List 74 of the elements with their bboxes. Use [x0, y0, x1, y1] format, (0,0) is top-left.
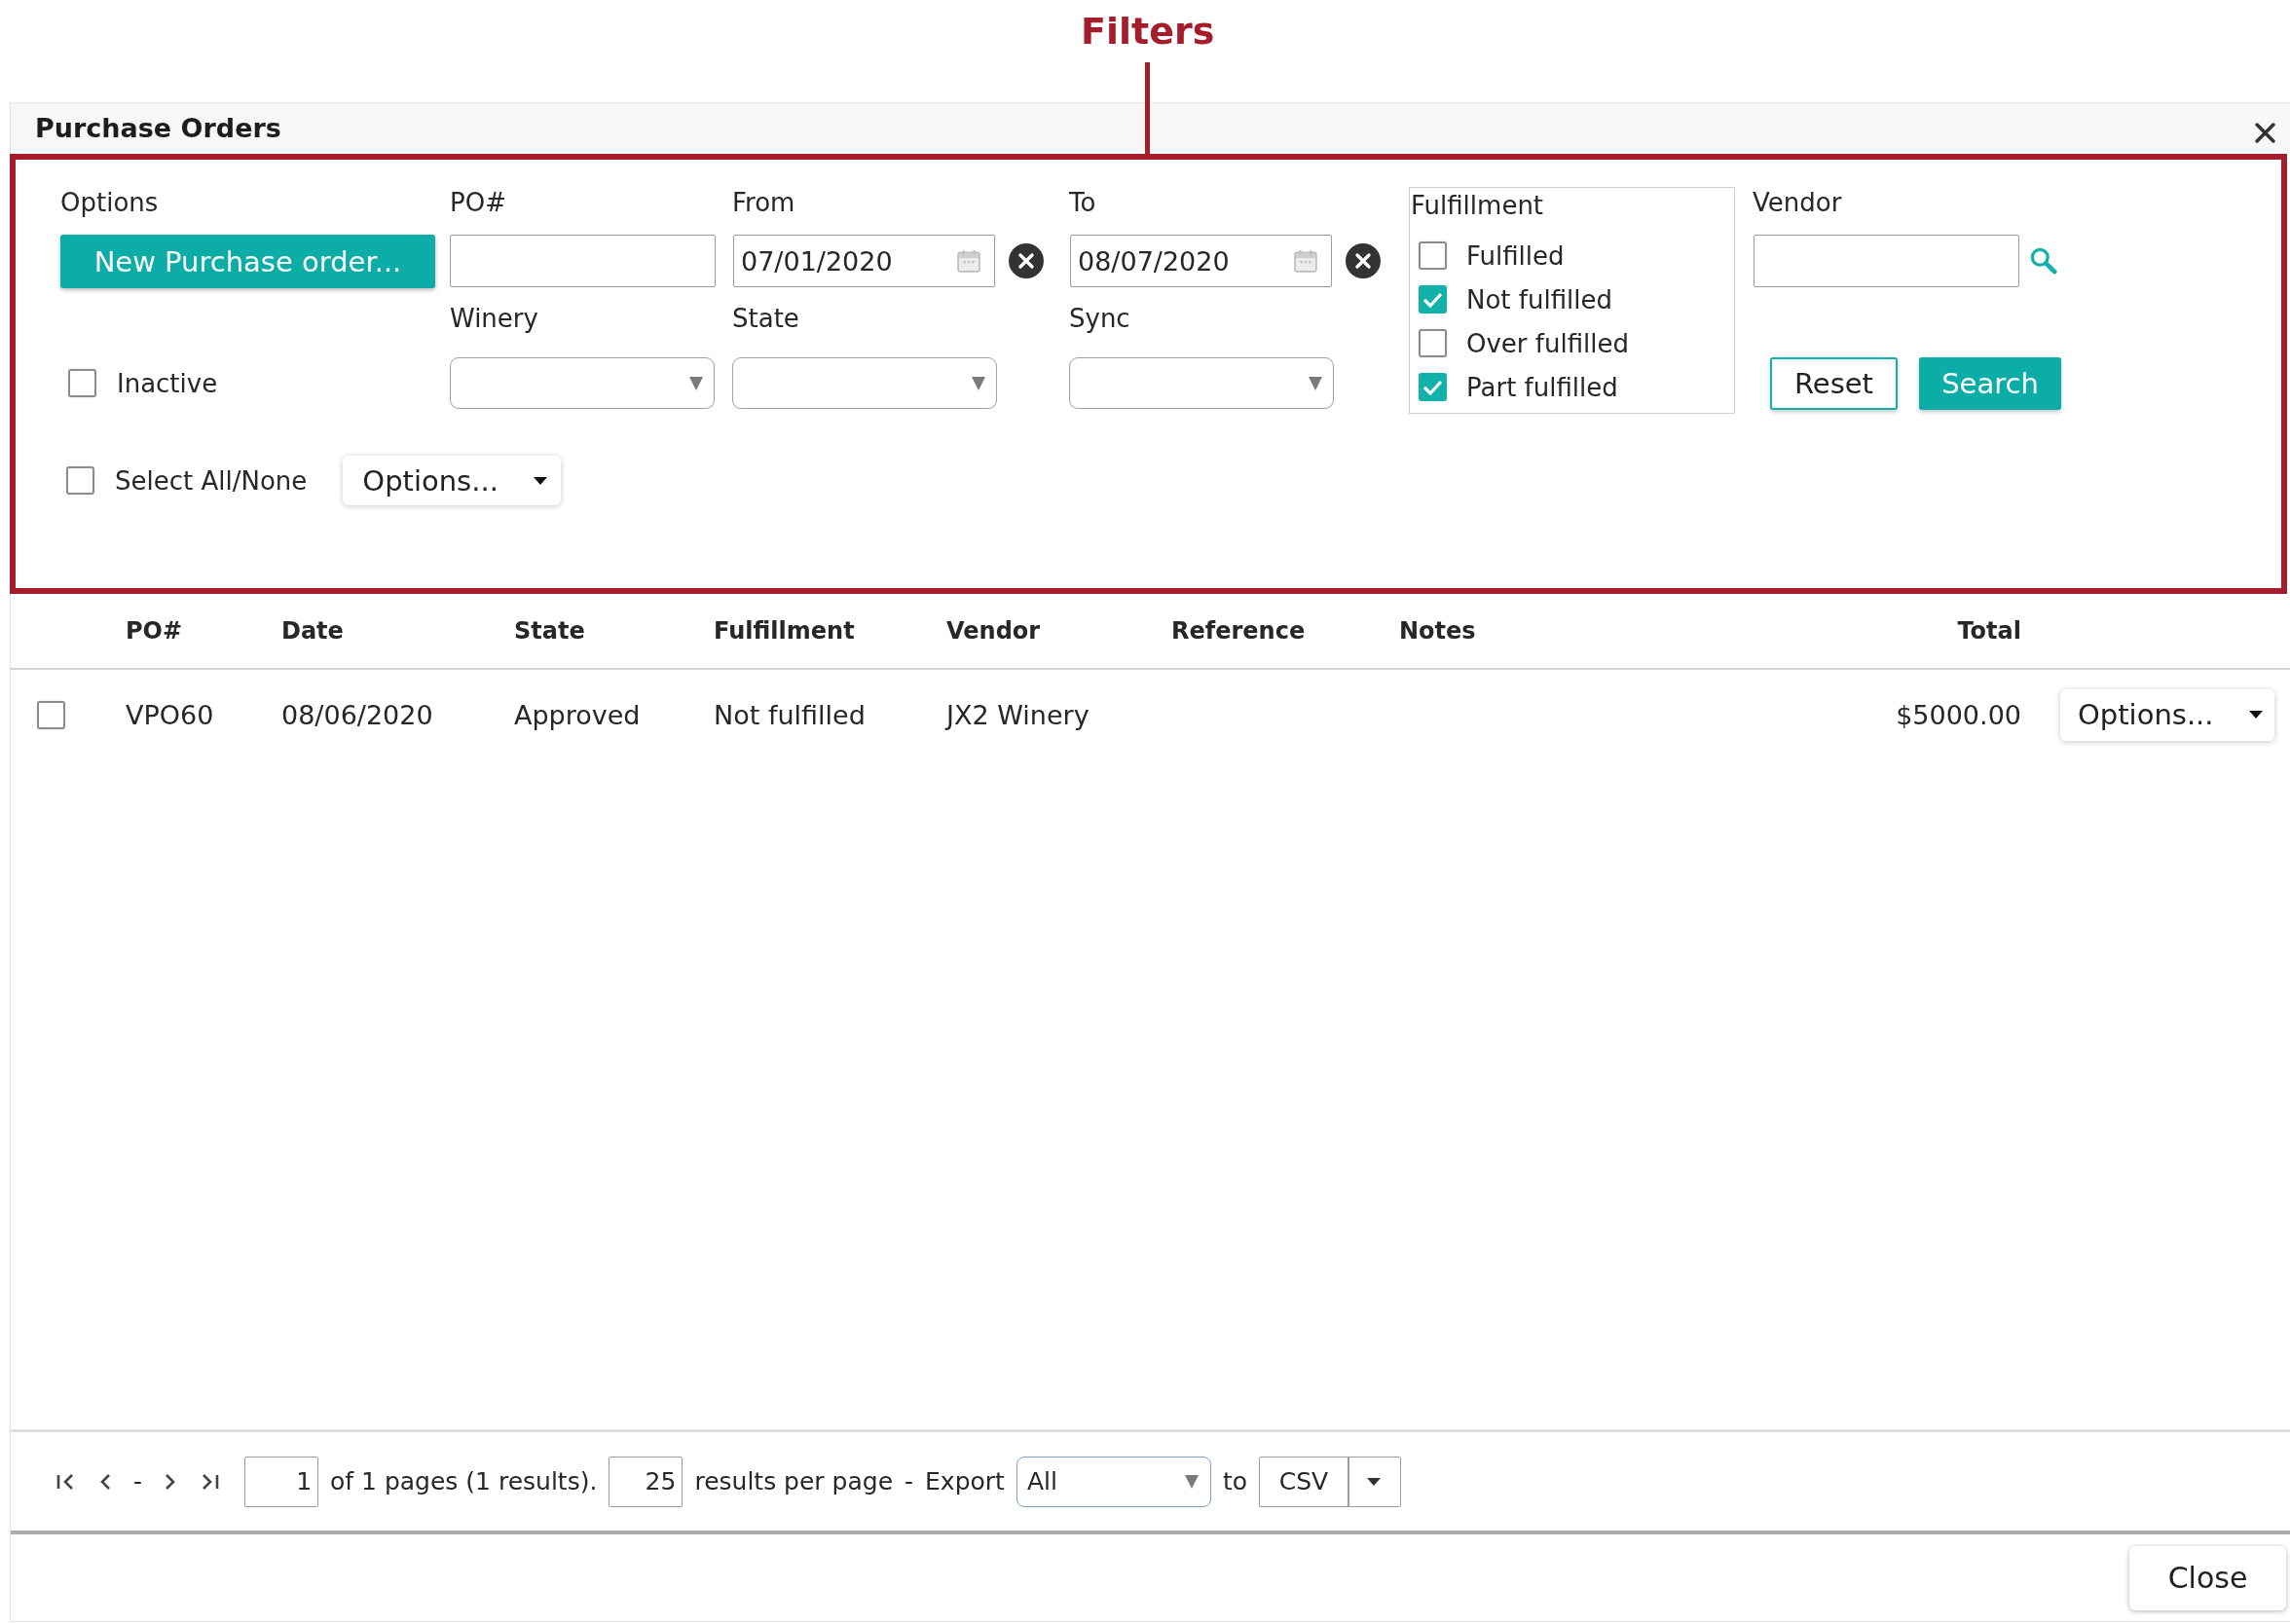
table-cell: Approved [514, 699, 641, 730]
annotation-label: Filters [1081, 9, 1215, 55]
caret-down-icon [1309, 376, 1322, 390]
date-label: From [732, 188, 795, 217]
column-header: Reference [1171, 617, 1306, 645]
caret-down-icon [2249, 711, 2263, 719]
options-label: Options [60, 188, 159, 217]
export-scope-select[interactable]: All [1016, 1456, 1211, 1507]
caret-down-icon [534, 476, 548, 485]
to-label: to [1222, 1467, 1247, 1495]
checkbox[interactable] [1419, 329, 1447, 357]
caret-down-icon [972, 376, 985, 390]
page-number-field[interactable]: 1 [244, 1456, 319, 1507]
column-header: Vendor [946, 617, 1041, 645]
caret-down-icon [689, 376, 703, 390]
checkbox[interactable] [1419, 285, 1447, 314]
date-field[interactable]: 08/07/2020 [1070, 235, 1332, 287]
checkbox[interactable] [1419, 241, 1447, 270]
page-size-label: results per page [694, 1467, 894, 1495]
vendor-label: Vendor [1753, 188, 1842, 217]
clear-icon[interactable] [1009, 243, 1044, 278]
separator-text: - [905, 1467, 914, 1495]
select-label: State [732, 304, 799, 333]
dropdown-select[interactable] [1069, 357, 1334, 409]
fulfillment-label: Fulfillment [1411, 191, 1544, 220]
calendar-icon[interactable] [1294, 249, 1317, 273]
date-label: To [1069, 188, 1096, 217]
column-header: PO# [126, 617, 183, 645]
window-title: Purchase Orders [35, 112, 281, 145]
fulfillment-option-label: Fulfilled [1466, 240, 1565, 272]
table-cell: JX2 Winery [946, 699, 1090, 730]
checkmark-icon [1423, 291, 1442, 308]
checkbox[interactable] [37, 700, 65, 729]
table-cell: VPO60 [126, 699, 214, 730]
dropdown-select[interactable] [732, 357, 997, 409]
select-all-label: Select All/None [115, 464, 308, 497]
close-icon[interactable] [2255, 122, 2275, 143]
fulfillment-option-label: Not fulfilled [1466, 283, 1612, 315]
table-cell: Not fulfilled [714, 699, 866, 730]
export-format-dropdown[interactable]: CSV [1259, 1456, 1401, 1507]
pagination-summary: of 1 pages (1 results). [330, 1467, 598, 1495]
caret-down-icon [1366, 1477, 1381, 1486]
dropdown-select[interactable] [450, 357, 715, 409]
search-icon[interactable] [2030, 247, 2057, 275]
page-size-field[interactable]: 25 [609, 1456, 683, 1507]
column-header: Total [1957, 617, 2021, 645]
vendor-field[interactable] [1754, 235, 2019, 287]
clear-icon[interactable] [1346, 243, 1381, 278]
po-number-field[interactable] [450, 235, 716, 287]
fulfillment-option-label: Part fulfilled [1466, 371, 1618, 403]
close-button[interactable]: Close [2129, 1545, 2286, 1610]
checkbox[interactable] [68, 369, 96, 397]
column-header: Notes [1399, 617, 1476, 645]
row-options-button[interactable]: Options... [2060, 688, 2274, 741]
date-field[interactable]: 07/01/2020 [733, 235, 995, 287]
export-label: Export [925, 1467, 1005, 1495]
column-header: Fulfillment [714, 617, 855, 645]
separator-text: - [133, 1467, 143, 1495]
options-dropdown-button[interactable]: Options... [343, 456, 562, 505]
checkmark-icon [1423, 379, 1442, 395]
table-cell: $5000.00 [1896, 699, 2021, 730]
select-label: Winery [450, 304, 538, 333]
calendar-icon[interactable] [957, 249, 980, 273]
po-number-label: PO# [450, 188, 506, 217]
column-header: State [514, 617, 585, 645]
inactive-label: Inactive [117, 367, 218, 399]
caret-down-icon [1184, 1474, 1199, 1489]
fulfillment-option-label: Over fulfilled [1466, 327, 1629, 359]
table-cell: 08/06/2020 [281, 699, 433, 730]
checkbox[interactable] [66, 466, 94, 495]
column-header: Date [281, 617, 344, 645]
select-label: Sync [1069, 304, 1130, 333]
filter-action-button[interactable]: Reset [1770, 357, 1898, 410]
checkbox[interactable] [1419, 373, 1447, 401]
